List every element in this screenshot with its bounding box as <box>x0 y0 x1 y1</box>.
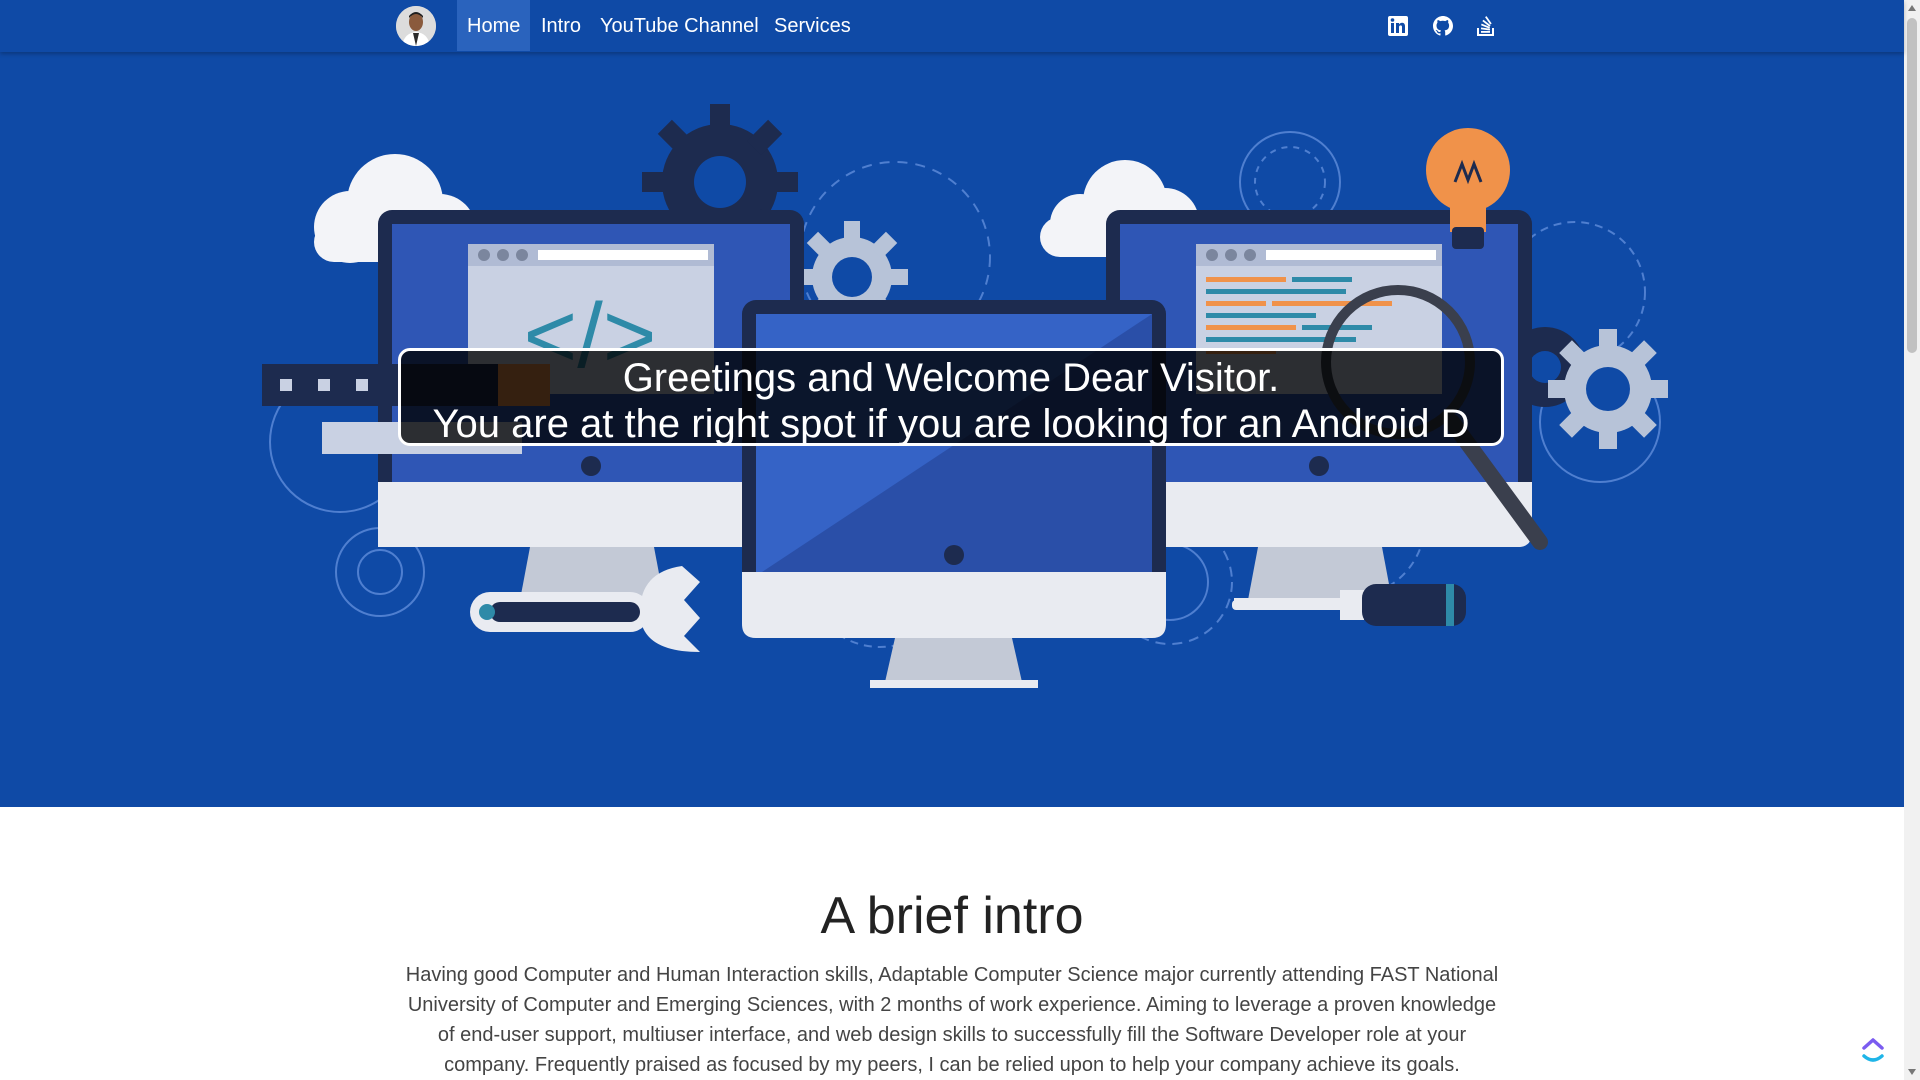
nav-intro[interactable]: Intro <box>531 0 591 51</box>
github-icon[interactable] <box>1431 14 1455 38</box>
profile-photo <box>396 6 436 46</box>
scroll-up-arrow-icon[interactable] <box>1908 5 1916 11</box>
scroll-down-arrow-icon[interactable] <box>1908 1069 1916 1075</box>
scroll-thumb[interactable] <box>1907 18 1917 353</box>
intro-heading: A brief intro <box>820 887 1084 945</box>
top-navbar: Home Intro YouTube Channel Services <box>0 0 1904 52</box>
stackoverflow-icon[interactable] <box>1474 14 1498 38</box>
nav-youtube-channel[interactable]: YouTube Channel <box>590 0 769 51</box>
nav-home[interactable]: Home <box>457 0 531 51</box>
page-scrollbar[interactable] <box>1904 0 1920 1080</box>
greeting-line-2: You are at the right spot if you are loo… <box>432 402 1470 446</box>
greeting-banner: Greetings and Welcome Dear Visitor. You … <box>398 348 1504 446</box>
nav-services[interactable]: Services <box>764 0 861 51</box>
avatar[interactable] <box>396 6 436 46</box>
linkedin-icon[interactable] <box>1386 14 1410 38</box>
greeting-line-1: Greetings and Welcome Dear Visitor. <box>622 356 1280 400</box>
chat-widget-icon[interactable] <box>1860 1036 1886 1066</box>
intro-paragraph: Having good Computer and Human Interacti… <box>405 964 1499 1076</box>
hero-section: </> Greetings and Welcome Dear Visitor. … <box>0 52 1904 807</box>
